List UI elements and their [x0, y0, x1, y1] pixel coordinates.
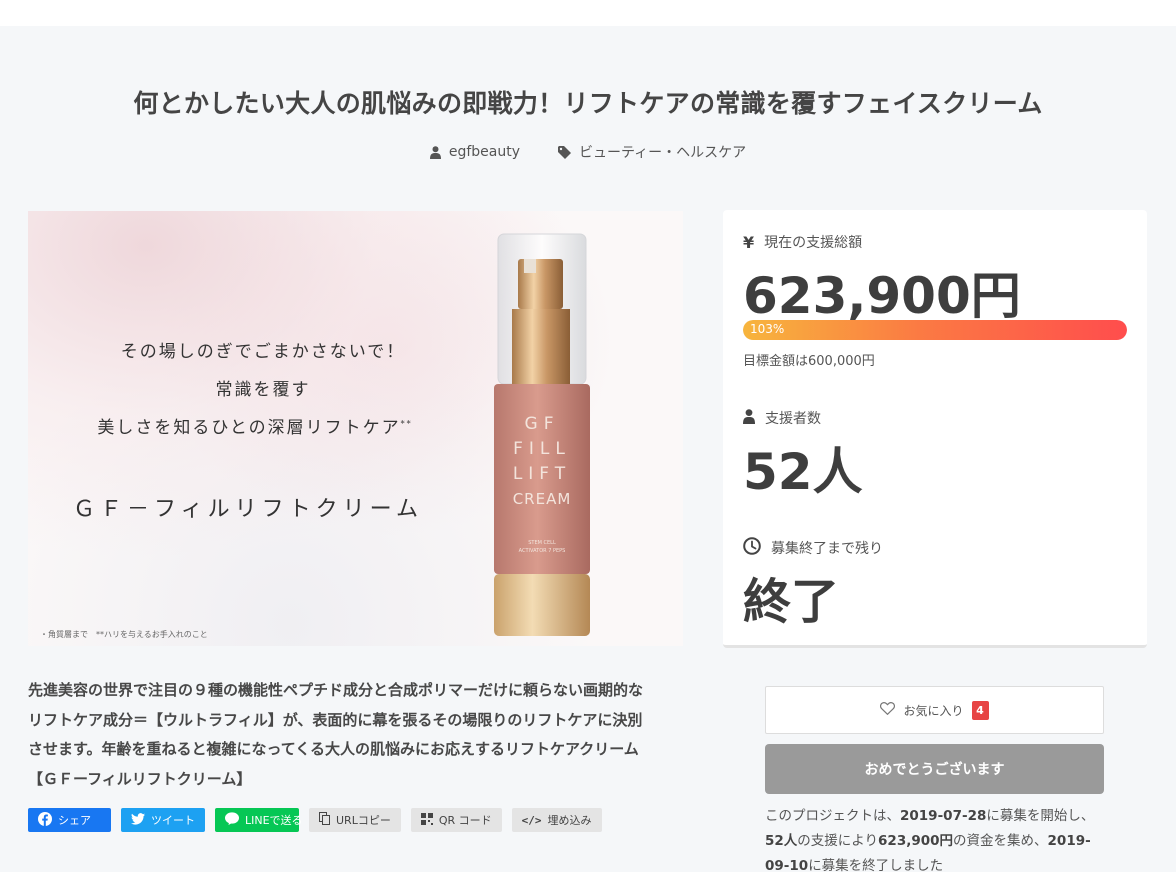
qr-code-icon [420, 812, 433, 828]
project-summary: このプロジェクトは、2019-07-28に募集を開始し、52人の支援により623… [765, 808, 1095, 872]
tag-icon [557, 145, 571, 159]
clock-icon [743, 537, 761, 559]
category-link[interactable]: ビューティー・ヘルスケア [557, 142, 747, 162]
twitter-icon [131, 812, 145, 828]
bottle-label-line-2: FILL [513, 439, 571, 459]
code-icon: </> [521, 813, 542, 827]
remaining-value: 終了 [743, 574, 840, 630]
supporters-label: 支援者数 [743, 408, 821, 428]
line-share-button[interactable]: LINEで送る [215, 808, 303, 832]
description-line: 先進美容の世界で注目の９種の機能性ペプチド成分と合成ポリマーだけに頼らない画期的… [28, 681, 644, 699]
hero-footnote: ・角質層まで **ハリを与えるお手入れのこと [40, 630, 208, 639]
favorite-count-badge: 4 [971, 700, 989, 720]
yen-icon: ¥ [743, 232, 755, 252]
summary-amount: 623,900円 [878, 833, 954, 849]
funding-progress-label: 103% [750, 322, 785, 336]
top-bar [0, 0, 1176, 26]
author-name: egfbeauty [448, 144, 520, 160]
page-title: 何とかしたい大人の肌悩みの即戦力！リフトケアの常識を覆すフェイスクリーム [133, 89, 1043, 118]
favorite-label: お気に入り [903, 703, 964, 718]
funding-stats-card: ¥ 現在の支援総額 623,900円 103% 目標金額は600,000円 支援… [723, 210, 1147, 648]
funding-amount: 623,900円 [743, 267, 1021, 325]
funding-progress-bar: 103% [743, 320, 1127, 340]
url-copy-button[interactable]: URLコピー [309, 808, 401, 832]
project-description: 先進美容の世界で注目の９種の機能性ペプチド成分と合成ポリマーだけに頼らない画期的… [28, 676, 696, 794]
category-name: ビューティー・ヘルスケア [578, 145, 747, 161]
hero-copy-line-1: その場しのぎでごまかさないで！ [120, 342, 406, 362]
line-icon [225, 812, 239, 828]
bottle-label-line-3: LIFT [513, 464, 571, 484]
project-meta: egfbeauty ビューティー・ヘルスケア [0, 142, 1176, 162]
twitter-share-button[interactable]: ツイート [121, 808, 205, 832]
summary-supporters: 52人 [765, 833, 798, 849]
bottle-label-line-1: GF [525, 414, 560, 434]
funding-progress-fill: 103% [743, 320, 1127, 340]
start-date: 2019-07-28 [900, 808, 987, 824]
description-line: 【ＧＦーフィルリフトクリーム】 [28, 769, 252, 788]
project-main-image: その場しのぎでごまかさないで！ 常識を覆す 美しさを知るひとの深層リフトケア**… [28, 211, 683, 646]
heart-icon [880, 702, 896, 718]
hero-copy-line-2: 常識を覆す [215, 380, 311, 400]
user-icon [429, 145, 441, 159]
author-link[interactable]: egfbeauty [429, 142, 520, 162]
facebook-icon [38, 811, 52, 829]
goal-amount: 目標金額は600,000円 [743, 354, 875, 369]
funding-label: ¥ 現在の支援総額 [743, 232, 863, 252]
remaining-label: 募集終了まで残り [743, 537, 883, 559]
bottle-label-line-4: CREAM [513, 490, 572, 508]
qr-code-button[interactable]: QR コード [410, 808, 502, 832]
user-icon [743, 408, 755, 428]
facebook-share-button[interactable]: シェア [28, 808, 111, 832]
copy-icon [319, 812, 330, 828]
share-buttons: シェア ツイート LINEで送る URLコピー QR コード </> 埋め込み [28, 808, 602, 832]
embed-button[interactable]: </> 埋め込み [511, 808, 602, 832]
hero-product-name: ＧＦ－フィルリフトクリーム [73, 497, 423, 522]
bottle-sublabel-line-1: STEM CELL [528, 540, 556, 546]
hero-copy-line-3: 美しさを知るひとの深層リフトケア** [97, 418, 413, 438]
congratulations-button[interactable]: おめでとうございます [765, 744, 1104, 794]
favorite-button[interactable]: お気に入り 4 [765, 686, 1104, 734]
product-bottle-image: GF FILL LIFT CREAM STEM CELL ACTIVATOR 7… [494, 233, 590, 636]
description-line: させます。年齢を重ねると複雑になってくる大人の肌悩みにお応えするリフトケアクリー… [28, 740, 639, 758]
bottle-sublabel-line-2: ACTIVATOR 7 PEPS [519, 548, 566, 554]
supporters-count: 52人 [743, 443, 863, 501]
description-line: リフトケア成分＝【ウルトラフィル】が、表面的に幕を張るその場限りのリフトケアに決… [28, 710, 643, 729]
